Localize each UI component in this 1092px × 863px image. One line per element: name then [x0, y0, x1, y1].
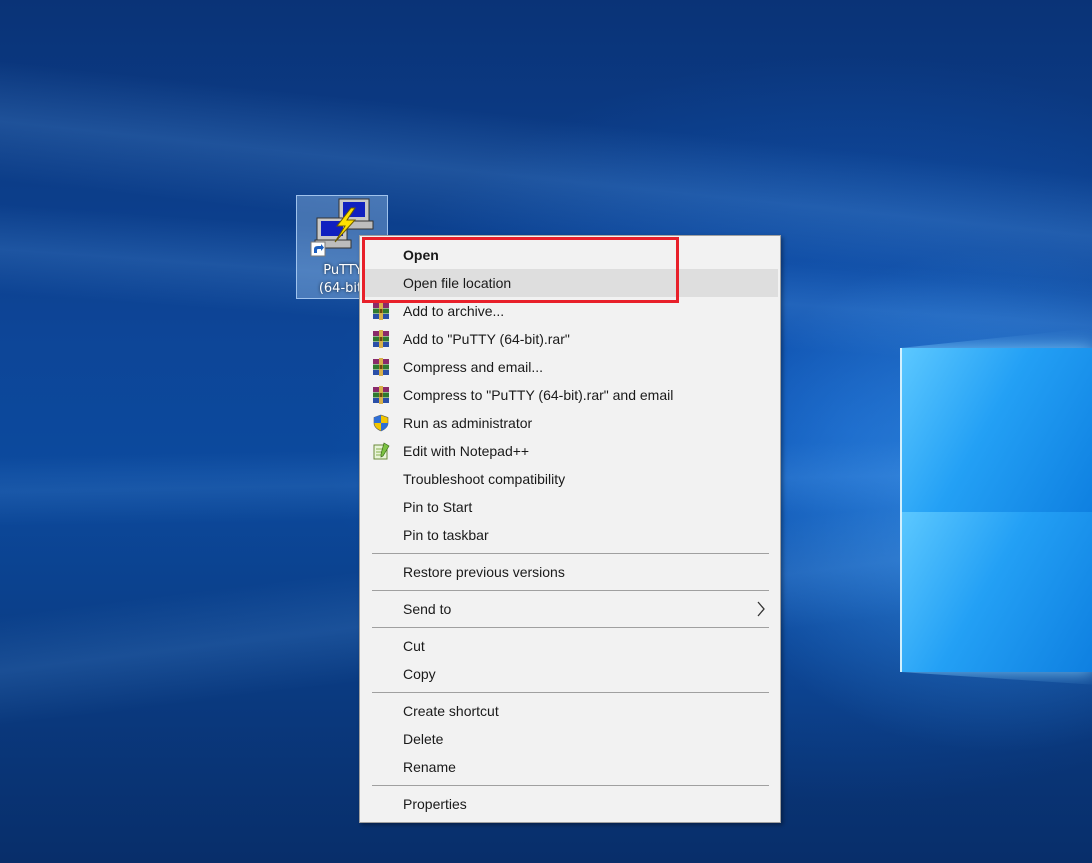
menu-item-label: Add to archive...: [403, 303, 505, 319]
menu-item-troubleshoot-compatibility[interactable]: Troubleshoot compatibility: [362, 465, 778, 493]
menu-item-create-shortcut[interactable]: Create shortcut: [362, 697, 778, 725]
context-menu: Open Open file location Add to archive..…: [359, 235, 781, 823]
menu-item-label: Restore previous versions: [403, 564, 565, 580]
menu-item-label: Pin to taskbar: [403, 527, 489, 543]
menu-item-copy[interactable]: Copy: [362, 660, 778, 688]
winrar-icon: [373, 302, 389, 320]
notepad-plus-plus-icon: [373, 442, 390, 460]
menu-item-label: Properties: [403, 796, 467, 812]
menu-item-label: Copy: [403, 666, 436, 682]
uac-shield-icon: [373, 414, 389, 432]
menu-item-label: Add to "PuTTY (64-bit).rar": [403, 331, 570, 347]
menu-item-send-to[interactable]: Send to: [362, 595, 778, 623]
menu-separator: [372, 785, 769, 786]
menu-item-open-file-location[interactable]: Open file location: [362, 269, 778, 297]
chevron-right-icon: [757, 601, 765, 617]
menu-item-label: Cut: [403, 638, 425, 654]
winrar-icon: [373, 358, 389, 376]
menu-item-label: Open file location: [403, 275, 512, 291]
menu-separator: [372, 627, 769, 628]
menu-item-label: Delete: [403, 731, 444, 747]
menu-item-delete[interactable]: Delete: [362, 725, 778, 753]
menu-item-add-to-archive[interactable]: Add to archive...: [362, 297, 778, 325]
menu-item-label: Edit with Notepad++: [403, 443, 530, 459]
windows-logo: [895, 320, 1092, 700]
menu-item-add-to-rar[interactable]: Add to "PuTTY (64-bit).rar": [362, 325, 778, 353]
winrar-icon: [373, 386, 389, 404]
menu-item-label: Open: [403, 247, 439, 263]
menu-separator: [372, 553, 769, 554]
menu-item-label: Pin to Start: [403, 499, 473, 515]
menu-item-label: Run as administrator: [403, 415, 533, 431]
menu-item-properties[interactable]: Properties: [362, 790, 778, 818]
menu-item-restore-previous-versions[interactable]: Restore previous versions: [362, 558, 778, 586]
menu-item-label: Compress and email...: [403, 359, 544, 375]
menu-item-cut[interactable]: Cut: [362, 632, 778, 660]
menu-item-compress-and-email[interactable]: Compress and email...: [362, 353, 778, 381]
menu-item-label: Send to: [403, 601, 452, 617]
menu-separator: [372, 590, 769, 591]
desktop-shortcut-label-line1: PuTTY: [323, 263, 363, 278]
menu-item-run-as-administrator[interactable]: Run as administrator: [362, 409, 778, 437]
menu-item-edit-with-notepad-plus-plus[interactable]: Edit with Notepad++: [362, 437, 778, 465]
menu-separator: [372, 692, 769, 693]
menu-item-open[interactable]: Open: [362, 241, 778, 269]
menu-item-pin-to-start[interactable]: Pin to Start: [362, 493, 778, 521]
windows-logo-pane: [900, 512, 1092, 672]
menu-item-rename[interactable]: Rename: [362, 753, 778, 781]
menu-item-compress-to-rar-and-email[interactable]: Compress to "PuTTY (64-bit).rar" and ema…: [362, 381, 778, 409]
menu-item-label: Troubleshoot compatibility: [403, 471, 566, 487]
windows-logo-pane: [900, 348, 1092, 516]
menu-item-label: Compress to "PuTTY (64-bit).rar" and ema…: [403, 387, 674, 403]
menu-item-label: Rename: [403, 759, 456, 775]
menu-item-label: Create shortcut: [403, 703, 499, 719]
menu-item-pin-to-taskbar[interactable]: Pin to taskbar: [362, 521, 778, 549]
winrar-icon: [373, 330, 389, 348]
